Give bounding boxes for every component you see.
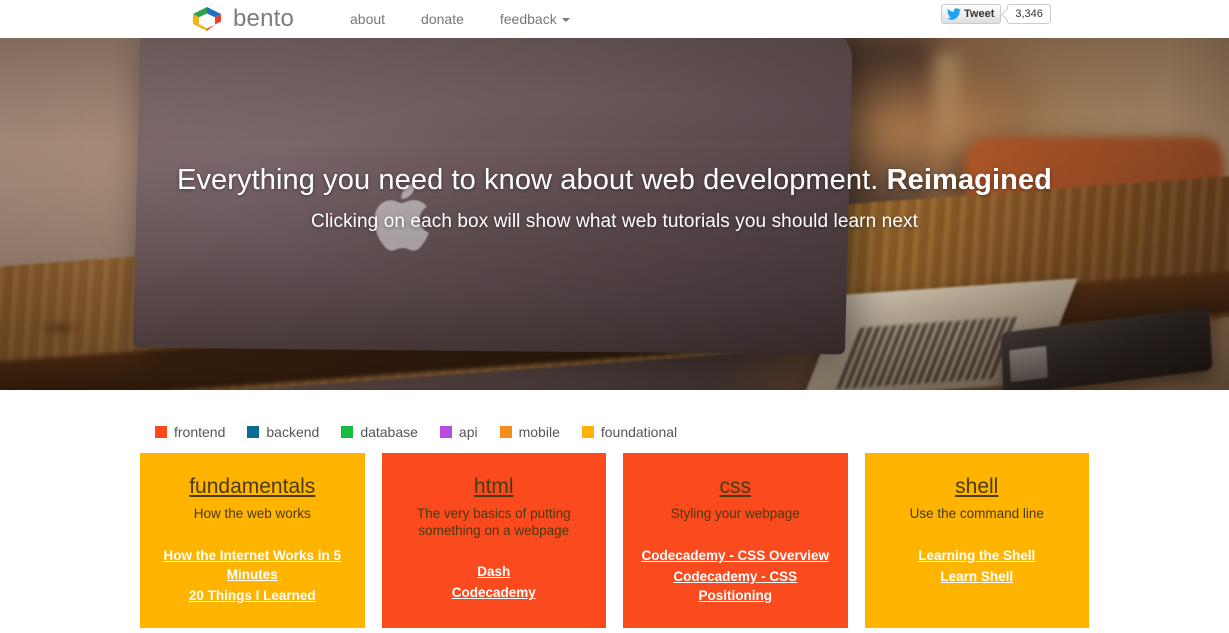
brand-home-link[interactable]: bento [190, 0, 294, 38]
legend-item-backend[interactable]: backend [247, 424, 319, 440]
topic-card-html[interactable]: html The very basics of putting somethin… [381, 453, 606, 628]
bento-box-logo-svg [193, 7, 221, 31]
tweet-button-label: Tweet [964, 7, 995, 20]
hero-subtitle: Clicking on each box will show what web … [311, 211, 918, 233]
legend-label-api: api [458, 424, 478, 440]
legend-item-mobile[interactable]: mobile [499, 424, 560, 440]
card-link[interactable]: How the Internet Works in 5 Minutes [152, 546, 353, 584]
hero-title: Everything you need to know about web de… [0, 162, 1229, 198]
card-title-html[interactable]: html [474, 475, 514, 498]
card-link[interactable]: Codecademy [394, 583, 595, 602]
legend-swatch-api [439, 426, 452, 438]
legend-item-database[interactable]: database [341, 424, 418, 440]
nav-item-about[interactable]: about [332, 0, 403, 38]
hero-title-emphasis: Reimagined [886, 164, 1052, 196]
card-title-css[interactable]: css [720, 475, 752, 498]
card-link[interactable]: Dash [394, 562, 595, 581]
legend-label-database: database [360, 424, 418, 440]
legend-swatch-backend [247, 426, 260, 438]
card-links-html: Dash Codecademy [394, 562, 595, 602]
card-subtitle-css: Styling your webpage [670, 506, 800, 522]
bento-box-logo-icon [190, 6, 224, 32]
card-links-fundamentals: How the Internet Works in 5 Minutes 20 T… [152, 546, 353, 605]
twitter-bird-svg [947, 8, 961, 20]
chevron-down-icon [561, 18, 570, 23]
twitter-bird-icon [947, 8, 961, 20]
category-legend: frontend backend database api mobile fou… [0, 390, 1229, 440]
legend-swatch-foundational [581, 426, 594, 438]
card-subtitle-shell: Use the command line [909, 506, 1044, 522]
legend-item-foundational[interactable]: foundational [581, 424, 678, 440]
topic-card-fundamentals[interactable]: fundamentals How the web works How the I… [140, 453, 365, 628]
card-title-shell[interactable]: shell [955, 475, 998, 498]
nav-item-feedback[interactable]: feedback [482, 0, 588, 38]
nav-item-donate[interactable]: donate [403, 0, 482, 38]
legend-label-foundational: foundational [600, 424, 678, 440]
hero-banner: Everything you need to know about web de… [0, 38, 1229, 390]
main-nav: about donate feedback [332, 0, 588, 38]
legend-item-api[interactable]: api [439, 424, 478, 440]
tweet-count[interactable]: 3,346 [1007, 4, 1051, 24]
hero-title-main: Everything you need to know about web de… [177, 164, 879, 196]
card-subtitle-html: The very basics of putting something on … [416, 506, 571, 538]
nav-item-feedback-label: feedback [499, 11, 557, 27]
card-subtitle-fundamentals: How the web works [193, 506, 311, 522]
topic-card-css[interactable]: css Styling your webpage Codecademy - CS… [623, 453, 848, 628]
legend-label-backend: backend [266, 424, 320, 440]
card-links-shell: Learning the Shell Learn Shell [877, 546, 1078, 586]
card-link[interactable]: Learn Shell [877, 567, 1078, 586]
card-link[interactable]: Learning the Shell [877, 546, 1078, 565]
card-link[interactable]: Codecademy - CSS Positioning [635, 567, 836, 605]
topic-card-grid: fundamentals How the web works How the I… [0, 453, 1229, 628]
tweet-button[interactable]: Tweet [941, 4, 1002, 24]
brand-name: bento [233, 5, 295, 32]
legend-item-frontend[interactable]: frontend [155, 424, 225, 440]
hero-copy: Everything you need to know about web de… [0, 162, 1229, 233]
legend-swatch-database [341, 426, 354, 438]
card-link[interactable]: Codecademy - CSS Overview [635, 546, 836, 565]
card-link[interactable]: 20 Things I Learned [152, 586, 353, 605]
site-header: bento about donate feedback Tweet 3,346 [0, 0, 1229, 38]
topic-card-shell[interactable]: shell Use the command line Learning the … [864, 453, 1089, 628]
legend-label-frontend: frontend [174, 424, 226, 440]
legend-label-mobile: mobile [518, 424, 560, 440]
tweet-widget: Tweet 3,346 [941, 4, 1051, 24]
legend-swatch-frontend [155, 426, 167, 438]
legend-swatch-mobile [499, 426, 512, 438]
card-title-fundamentals[interactable]: fundamentals [189, 475, 315, 498]
card-links-css: Codecademy - CSS Overview Codecademy - C… [635, 546, 836, 605]
